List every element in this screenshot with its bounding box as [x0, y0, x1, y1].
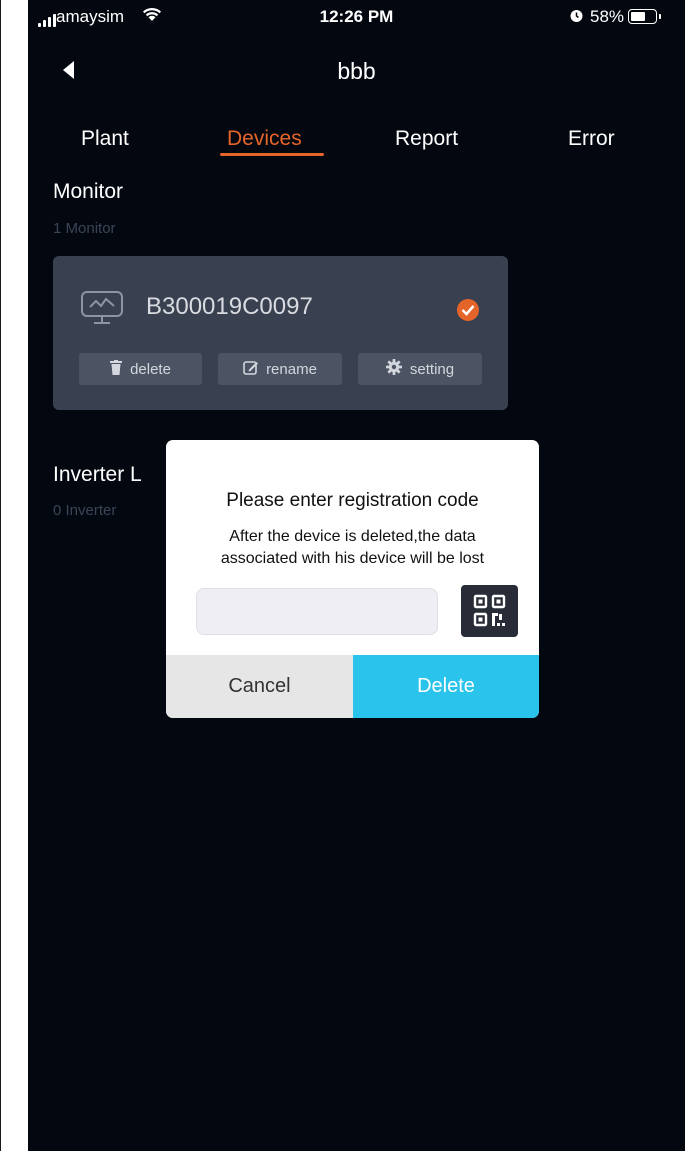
battery-icon	[628, 9, 661, 24]
rename-label: rename	[266, 360, 317, 378]
page-title: bbb	[337, 58, 376, 84]
dialog-message-line2: associated with his device will be lost	[220, 550, 485, 567]
alarm-icon	[569, 8, 584, 27]
registration-code-input[interactable]	[196, 588, 438, 635]
monitor-count: 1 Monitor	[53, 220, 116, 237]
delete-device-button[interactable]: delete	[79, 353, 202, 385]
setting-device-button[interactable]: setting	[358, 353, 482, 385]
qr-code-icon	[473, 594, 506, 627]
delete-button[interactable]: Delete	[353, 655, 539, 718]
app-screen: amaysim 12:26 PM 58% bbb Plant Devices R…	[28, 0, 685, 1151]
trash-icon	[110, 359, 123, 379]
clock-time: 12:26 PM	[319, 7, 394, 26]
left-edge-line	[0, 0, 1, 1151]
tab-report[interactable]: Report	[395, 127, 458, 151]
delete-confirm-dialog: Please enter registration code After the…	[166, 440, 539, 718]
inverter-section-title: Inverter L	[53, 463, 142, 486]
qr-scan-button[interactable]	[461, 585, 518, 637]
device-serial: B300019C0097	[146, 293, 313, 320]
check-circle-icon	[457, 299, 479, 321]
tab-error[interactable]: Error	[568, 127, 615, 151]
tab-plant[interactable]: Plant	[81, 127, 129, 151]
delete-label: delete	[130, 360, 171, 378]
rename-device-button[interactable]: rename	[218, 353, 342, 385]
battery-percent: 58%	[590, 7, 625, 26]
tab-devices[interactable]: Devices	[227, 127, 302, 151]
dialog-message-line1: After the device is deleted,the data	[229, 528, 476, 545]
edit-icon	[243, 360, 259, 379]
gear-icon	[385, 359, 402, 379]
inverter-count: 0 Inverter	[53, 502, 117, 519]
monitor-device-card[interactable]: B300019C0097 delete rename setting	[53, 256, 508, 410]
setting-label: setting	[409, 360, 455, 378]
dialog-title: Please enter registration code	[226, 490, 479, 511]
status-bar: amaysim 12:26 PM 58%	[28, 0, 685, 40]
monitor-icon	[80, 290, 124, 331]
cancel-button[interactable]: Cancel	[166, 655, 353, 718]
monitor-section-title: Monitor	[53, 180, 124, 203]
active-tab-indicator	[220, 153, 324, 156]
